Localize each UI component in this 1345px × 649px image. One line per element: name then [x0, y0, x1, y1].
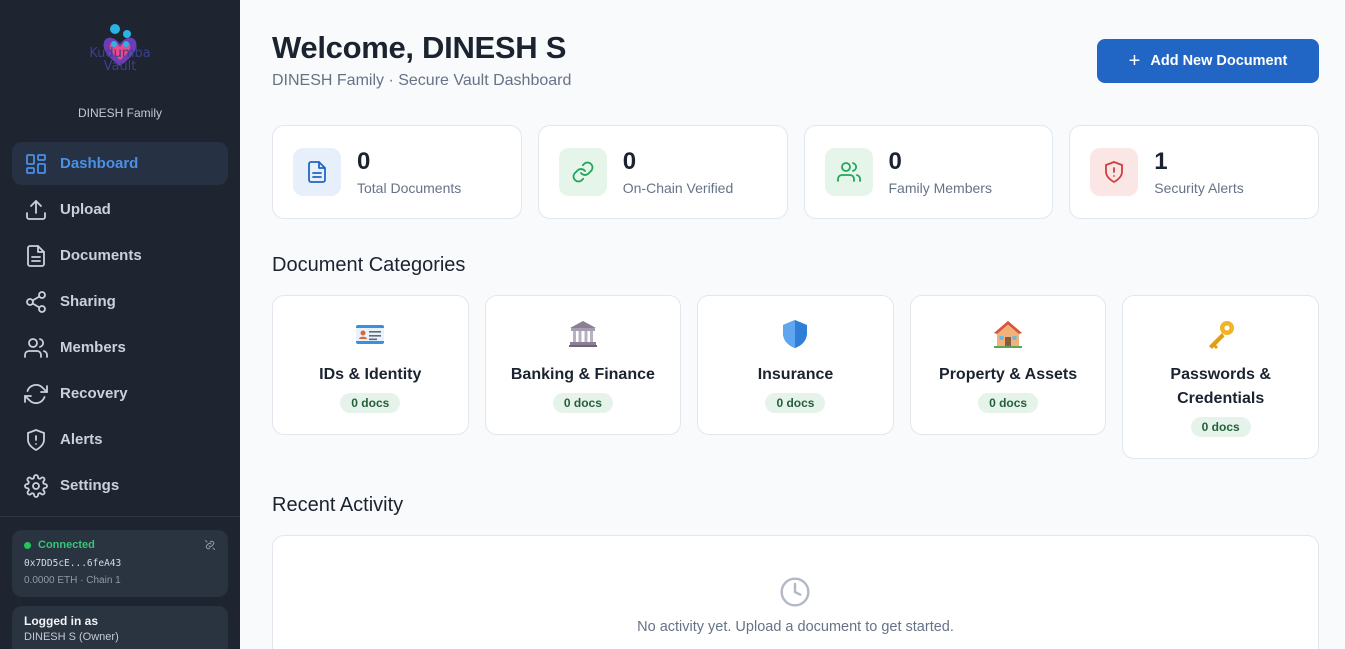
sidebar-item-upload[interactable]: Upload — [12, 188, 228, 231]
stat-label: Security Alerts — [1154, 180, 1244, 196]
stat-value: 0 — [622, 148, 637, 175]
shield-icon — [698, 318, 893, 352]
stats-row: 0 Total Documents 0 On-Chain Verified 0 … — [272, 125, 1319, 219]
sidebar-nav: Dashboard Upload Documents Sharing Membe… — [12, 142, 228, 510]
sidebar-item-label: Dashboard — [60, 155, 139, 172]
users-icon — [824, 148, 873, 196]
sidebar-item-recovery[interactable]: Recovery — [12, 372, 228, 415]
refresh-icon — [24, 382, 48, 406]
stat-label: On-Chain Verified — [622, 180, 734, 196]
category-count-badge: 0 docs — [1190, 417, 1251, 437]
sidebar-item-label: Documents — [60, 247, 142, 264]
status-dot-icon — [24, 541, 31, 549]
logo-text-line2: Vault — [103, 59, 137, 74]
sidebar-item-sharing[interactable]: Sharing — [12, 280, 228, 323]
category-card-passwords[interactable]: Passwords & Credentials 0 docs — [1122, 295, 1319, 459]
stat-value: 1 — [1154, 148, 1168, 175]
gear-icon — [24, 473, 48, 498]
wallet-balance: 0.0000 ETH · Chain 1 — [24, 575, 121, 586]
page-title: Welcome, DINESH S — [272, 30, 567, 65]
file-text-icon — [293, 148, 341, 196]
stat-label: Total Documents — [357, 180, 462, 196]
user-card: Logged in as DINESH S (Owner) — [12, 606, 228, 649]
id-card-icon — [273, 318, 468, 352]
category-count-badge: 0 docs — [552, 393, 613, 413]
category-name: Property & Assets — [939, 366, 1078, 383]
disconnect-icon[interactable] — [204, 538, 216, 550]
key-icon — [1123, 318, 1318, 352]
stat-label: Family Members — [888, 180, 992, 196]
main-content: Welcome, DINESH S DINESH Family · Secure… — [240, 0, 1345, 649]
logo-wordmark: Kudumba Vault — [70, 47, 170, 73]
sidebar-item-label: Alerts — [60, 431, 103, 448]
category-card-banking[interactable]: Banking & Finance 0 docs — [484, 295, 682, 435]
wallet-card: Connected 0x7DD5cE...6feA43 0.0000 ETH ·… — [12, 530, 228, 597]
shield-alert-icon — [1090, 148, 1139, 196]
category-name: Passwords & Credentials — [1170, 366, 1271, 407]
grid-icon — [24, 152, 48, 176]
upload-icon — [24, 198, 48, 222]
category-count-badge: 0 docs — [978, 393, 1039, 413]
category-name: Banking & Finance — [510, 366, 655, 383]
sidebar-item-label: Recovery — [60, 385, 128, 402]
sidebar-item-label: Members — [60, 339, 126, 356]
bank-icon — [486, 318, 681, 352]
categories-title: Document Categories — [272, 254, 466, 276]
add-document-button[interactable]: + Add New Document — [1097, 39, 1319, 83]
category-count-badge: 0 docs — [340, 393, 401, 413]
stat-value: 0 — [357, 148, 371, 175]
stat-card-security-alerts: 1 Security Alerts — [1069, 125, 1319, 219]
category-name: Insurance — [757, 366, 834, 383]
sidebar: Kudumba Vault DINESH Family Dashboard Up… — [0, 0, 240, 649]
sidebar-item-documents[interactable]: Documents — [12, 234, 228, 277]
user-name: DINESH S (Owner) — [24, 631, 119, 643]
plus-icon: + — [1128, 50, 1141, 72]
wallet-status: Connected — [38, 539, 95, 551]
sidebar-item-members[interactable]: Members — [12, 326, 228, 369]
wallet-address: 0x7DD5cE...6feA43 — [24, 558, 122, 569]
sidebar-item-label: Upload — [60, 201, 111, 218]
logged-in-label: Logged in as — [24, 614, 99, 628]
users-icon — [24, 336, 48, 360]
sidebar-item-label: Settings — [60, 477, 120, 494]
stat-value: 0 — [888, 148, 902, 175]
shield-alert-icon — [24, 428, 48, 452]
category-name: IDs & Identity — [319, 366, 422, 383]
clock-icon — [779, 576, 811, 608]
category-card-insurance[interactable]: Insurance 0 docs — [697, 295, 894, 435]
family-name: DINESH Family — [77, 106, 162, 120]
house-icon — [911, 318, 1106, 352]
share-icon — [24, 290, 48, 314]
sidebar-divider — [0, 516, 240, 517]
stat-card-family-members: 0 Family Members — [803, 125, 1054, 219]
category-card-property[interactable]: Property & Assets 0 docs — [909, 295, 1107, 435]
sidebar-item-dashboard[interactable]: Dashboard — [12, 142, 228, 185]
category-card-ids[interactable]: IDs & Identity 0 docs — [272, 295, 469, 435]
empty-state-text: No activity yet. Upload a document to ge… — [637, 619, 954, 635]
stat-card-on-chain-verified: 0 On-Chain Verified — [537, 125, 788, 219]
add-document-label: Add New Document — [1150, 53, 1288, 69]
category-count-badge: 0 docs — [765, 393, 826, 413]
categories-grid: IDs & Identity 0 docs Banking & Finance … — [272, 295, 1319, 459]
page-subtitle: DINESH Family · Secure Vault Dashboard — [272, 72, 572, 89]
sidebar-item-settings[interactable]: Settings — [12, 464, 228, 507]
document-icon — [24, 244, 48, 268]
activity-title: Recent Activity — [272, 494, 404, 516]
sidebar-item-alerts[interactable]: Alerts — [12, 418, 228, 461]
stat-card-total-documents: 0 Total Documents — [272, 125, 522, 219]
link-icon — [558, 148, 607, 196]
sidebar-item-label: Sharing — [60, 293, 116, 310]
activity-panel: No activity yet. Upload a document to ge… — [272, 535, 1319, 649]
